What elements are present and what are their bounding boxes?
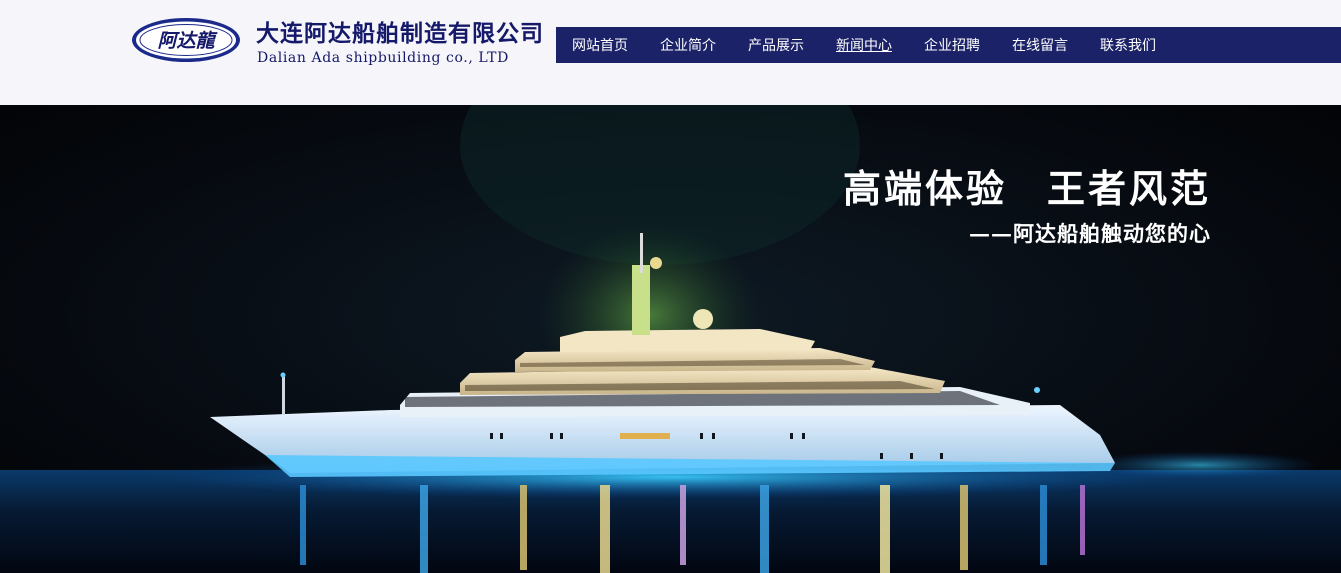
- company-name-en: Dalian Ada shipbuilding co., LTD: [257, 50, 509, 66]
- nav-messages[interactable]: 在线留言: [1012, 35, 1068, 55]
- logo-emblem-icon: 阿达龍: [132, 18, 240, 62]
- nav-products[interactable]: 产品展示: [748, 35, 804, 55]
- slogan-left: 高端体验: [842, 166, 1007, 211]
- banner-subslogan: ——阿达船舶触动您的心: [969, 221, 1211, 246]
- hero-banner[interactable]: 高端体验 王者风范 ——阿达船舶触动您的心: [0, 105, 1341, 573]
- company-name-cn: 大连阿达船舶制造有限公司: [256, 20, 544, 47]
- nav-contact[interactable]: 联系我们: [1100, 35, 1156, 55]
- nav-home[interactable]: 网站首页: [572, 35, 628, 55]
- banner-slogan: 高端体验 王者风范: [843, 158, 1211, 213]
- site-header: 阿达龍 大连阿达船舶制造有限公司 Dalian Ada shipbuilding…: [0, 0, 1341, 105]
- main-nav: 网站首页 企业简介 产品展示 新闻中心 企业招聘 在线留言 联系我们: [556, 27, 1341, 63]
- nav-careers[interactable]: 企业招聘: [924, 35, 980, 55]
- nav-about[interactable]: 企业简介: [660, 35, 716, 55]
- nav-news[interactable]: 新闻中心: [836, 35, 892, 55]
- logo-text: 阿达龍: [157, 30, 218, 52]
- slogan-right: 王者风范: [1046, 166, 1211, 211]
- company-logo[interactable]: 阿达龍: [130, 16, 242, 64]
